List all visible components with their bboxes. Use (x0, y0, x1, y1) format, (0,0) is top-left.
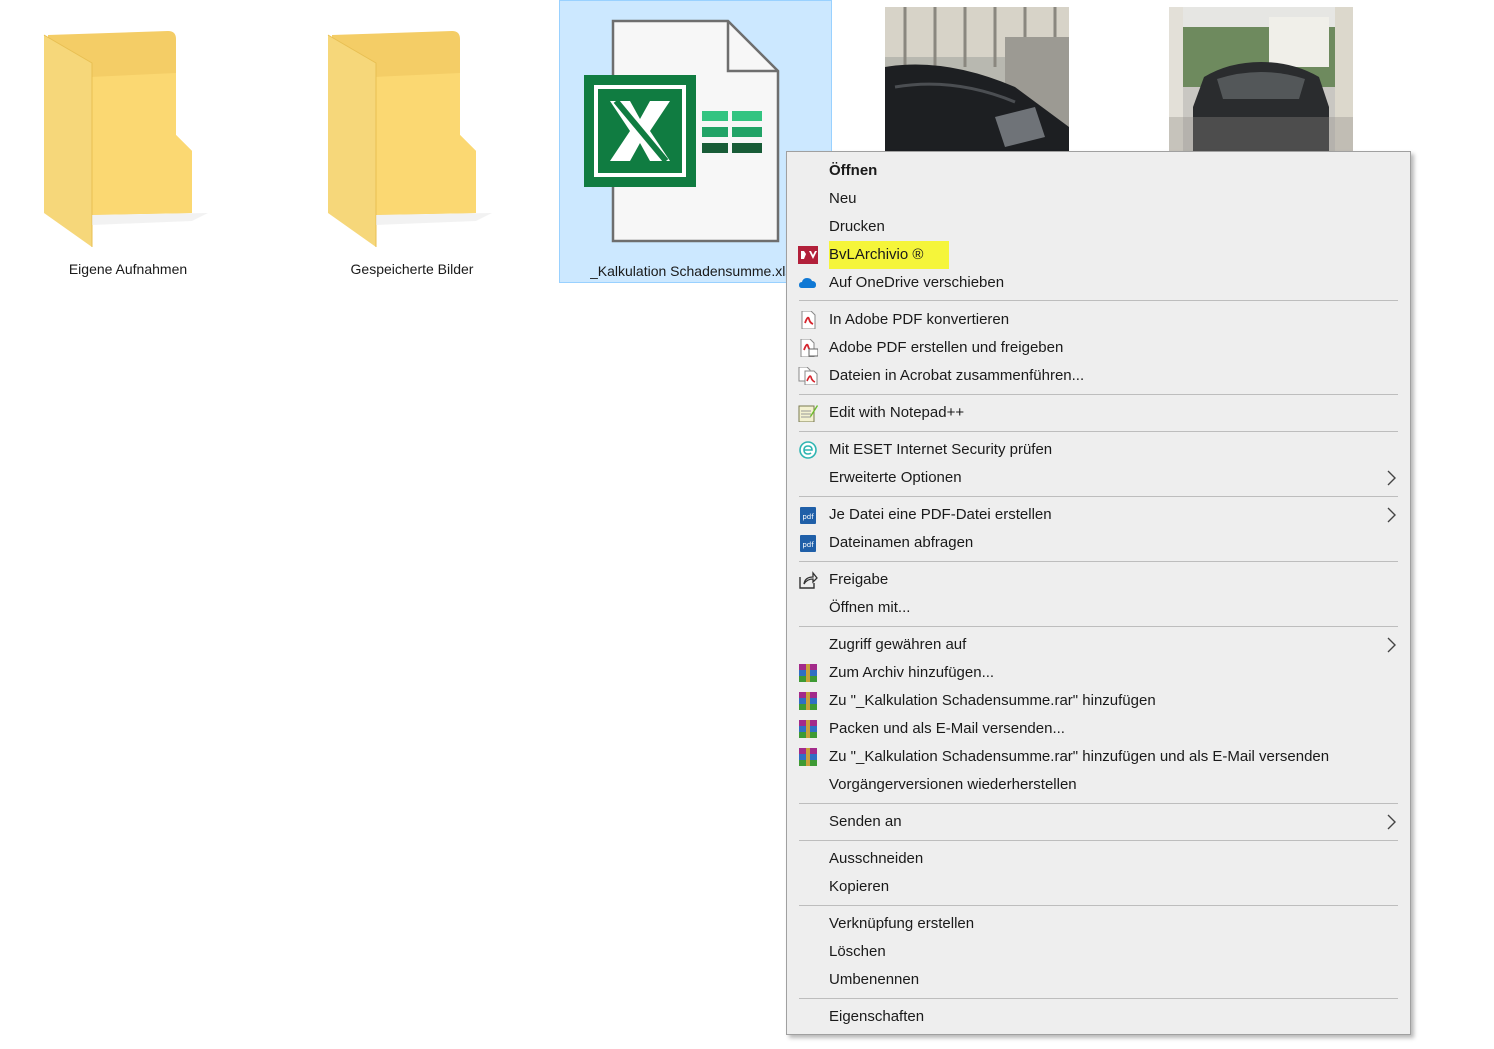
menu-item-onedrive[interactable]: Auf OneDrive verschieben (787, 269, 1410, 297)
menu-item-label: Zugriff gewähren auf (829, 636, 967, 653)
chevron-right-icon (1387, 470, 1396, 486)
menu-separator (799, 905, 1398, 906)
context-menu: Öffnen Neu Drucken BvLArchivio ® Auf One… (786, 151, 1411, 1035)
menu-item-kopieren[interactable]: Kopieren (787, 873, 1410, 901)
svg-text:pdf: pdf (802, 513, 814, 521)
winrar-icon (799, 748, 817, 766)
menu-item-drucken[interactable]: Drucken (787, 213, 1410, 241)
menu-item-label: Dateinamen abfragen (829, 534, 974, 551)
menu-item-label: Löschen (829, 943, 886, 960)
menu-separator (799, 840, 1398, 841)
photo-thumbnail-car-carport[interactable] (1169, 7, 1353, 151)
menu-item-label: Zu "_Kalkulation Schadensumme.rar" hinzu… (829, 748, 1330, 765)
onedrive-cloud-icon (799, 278, 816, 288)
menu-item-label: Öffnen (829, 162, 878, 179)
menu-item-label: In Adobe PDF konvertieren (829, 311, 1010, 328)
car-photo-image (1169, 7, 1353, 151)
menu-item-packen-email[interactable]: Packen und als E-Mail versenden... (787, 715, 1410, 743)
menu-item-oeffnen-mit[interactable]: Öffnen mit... (787, 594, 1410, 622)
acrobat-combine-icon (798, 367, 818, 385)
menu-item-label: Je Datei eine PDF-Datei erstellen (829, 506, 1052, 523)
menu-item-senden-an[interactable]: Senden an (787, 808, 1410, 836)
menu-separator (799, 300, 1398, 301)
menu-item-zugriff-gewaehren[interactable]: Zugriff gewähren auf (787, 631, 1410, 659)
folder-eigene-aufnahmen[interactable]: Eigene Aufnahmen (40, 25, 216, 285)
menu-item-label: Zu "_Kalkulation Schadensumme.rar" hinzu… (829, 692, 1156, 709)
winrar-icon (799, 720, 817, 738)
menu-separator (799, 431, 1398, 432)
menu-item-loeschen[interactable]: Löschen (787, 938, 1410, 966)
menu-separator (799, 394, 1398, 395)
menu-item-freigabe[interactable]: Freigabe (787, 566, 1410, 594)
folder-icon (43, 31, 208, 247)
menu-item-adobe-konvertieren[interactable]: In Adobe PDF konvertieren (787, 306, 1410, 334)
menu-separator (799, 803, 1398, 804)
menu-item-label: Freigabe (829, 571, 889, 588)
menu-item-notepadpp[interactable]: Edit with Notepad++ (787, 399, 1410, 427)
menu-item-je-datei-pdf[interactable]: pdf Je Datei eine PDF-Datei erstellen (787, 501, 1410, 529)
bvlarchivio-icon (798, 246, 818, 264)
menu-item-label: Umbenennen (829, 971, 920, 988)
menu-item-zu-rar-email[interactable]: Zu "_Kalkulation Schadensumme.rar" hinzu… (787, 743, 1410, 771)
notepadpp-icon (798, 405, 818, 422)
winrar-icon (799, 664, 817, 682)
menu-item-label: Verknüpfung erstellen (829, 915, 975, 932)
car-photo-image (885, 7, 1069, 151)
menu-item-label: Kopieren (829, 878, 890, 895)
menu-item-label: Senden an (829, 813, 902, 830)
menu-item-label: Dateien in Acrobat zusammenführen... (829, 367, 1085, 384)
explorer-view: Eigene Aufnahmen Gespeicherte Bilder _Ka… (0, 0, 1494, 1049)
menu-item-label: Neu (829, 190, 857, 207)
excel-file-icon (584, 19, 780, 243)
pdf-creator-icon: pdf (800, 507, 816, 524)
menu-item-verknuepfung-erstellen[interactable]: Verknüpfung erstellen (787, 910, 1410, 938)
pdf-creator-icon: pdf (800, 535, 816, 552)
menu-item-neu[interactable]: Neu (787, 185, 1410, 213)
menu-item-label: Eigenschaften (829, 1008, 925, 1025)
chevron-right-icon (1387, 814, 1396, 830)
menu-item-label: Öffnen mit... (829, 599, 911, 616)
menu-item-zum-archiv[interactable]: Zum Archiv hinzufügen... (787, 659, 1410, 687)
menu-item-label-highlighted: BvLArchivio ® (829, 241, 950, 269)
svg-text:pdf: pdf (802, 541, 814, 549)
menu-item-oeffnen[interactable]: Öffnen (787, 157, 1410, 185)
menu-item-eset-pruefen[interactable]: Mit ESET Internet Security prüfen (787, 436, 1410, 464)
menu-item-label: Adobe PDF erstellen und freigeben (829, 339, 1064, 356)
menu-item-label: Drucken (829, 218, 885, 235)
menu-item-umbenennen[interactable]: Umbenennen (787, 966, 1410, 994)
menu-item-label: Vorgängerversionen wiederherstellen (829, 776, 1077, 793)
menu-item-dateinamen-abfragen[interactable]: pdf Dateinamen abfragen (787, 529, 1410, 557)
menu-item-label: Ausschneiden (829, 850, 924, 867)
menu-item-zu-rar-hinzufuegen[interactable]: Zu "_Kalkulation Schadensumme.rar" hinzu… (787, 687, 1410, 715)
menu-item-ausschneiden[interactable]: Ausschneiden (787, 845, 1410, 873)
menu-separator (799, 496, 1398, 497)
menu-item-bvlarchivio[interactable]: BvLArchivio ® (787, 241, 1410, 269)
menu-item-acrobat-zusammenfuehren[interactable]: Dateien in Acrobat zusammenführen... (787, 362, 1410, 390)
share-icon (799, 571, 818, 589)
menu-item-label: Packen und als E-Mail versenden... (829, 720, 1065, 737)
menu-item-adobe-freigeben[interactable]: Adobe PDF erstellen und freigeben (787, 334, 1410, 362)
folder-label: Eigene Aufnahmen (68, 261, 188, 277)
menu-item-label: Erweiterte Optionen (829, 469, 962, 486)
adobe-pdf-share-icon (800, 339, 818, 357)
menu-item-eigenschaften[interactable]: Eigenschaften (787, 1003, 1410, 1031)
folder-label: Gespeicherte Bilder (350, 261, 474, 277)
chevron-right-icon (1387, 637, 1396, 653)
chevron-right-icon (1387, 507, 1396, 523)
folder-gespeicherte-bilder[interactable]: Gespeicherte Bilder (324, 25, 500, 285)
winrar-icon (799, 692, 817, 710)
menu-item-label: Zum Archiv hinzufügen... (829, 664, 995, 681)
menu-separator (799, 998, 1398, 999)
menu-separator (799, 626, 1398, 627)
photo-thumbnail-car-front[interactable] (885, 7, 1069, 151)
menu-item-label: Auf OneDrive verschieben (829, 274, 1005, 291)
folder-icon (327, 31, 492, 247)
adobe-pdf-icon (801, 311, 816, 329)
menu-item-label: Edit with Notepad++ (829, 404, 965, 421)
menu-item-label: Mit ESET Internet Security prüfen (829, 441, 1053, 458)
menu-separator (799, 561, 1398, 562)
eset-icon (799, 441, 817, 459)
menu-item-erweiterte-optionen[interactable]: Erweiterte Optionen (787, 464, 1410, 492)
menu-item-vorgaengerversionen[interactable]: Vorgängerversionen wiederherstellen (787, 771, 1410, 799)
